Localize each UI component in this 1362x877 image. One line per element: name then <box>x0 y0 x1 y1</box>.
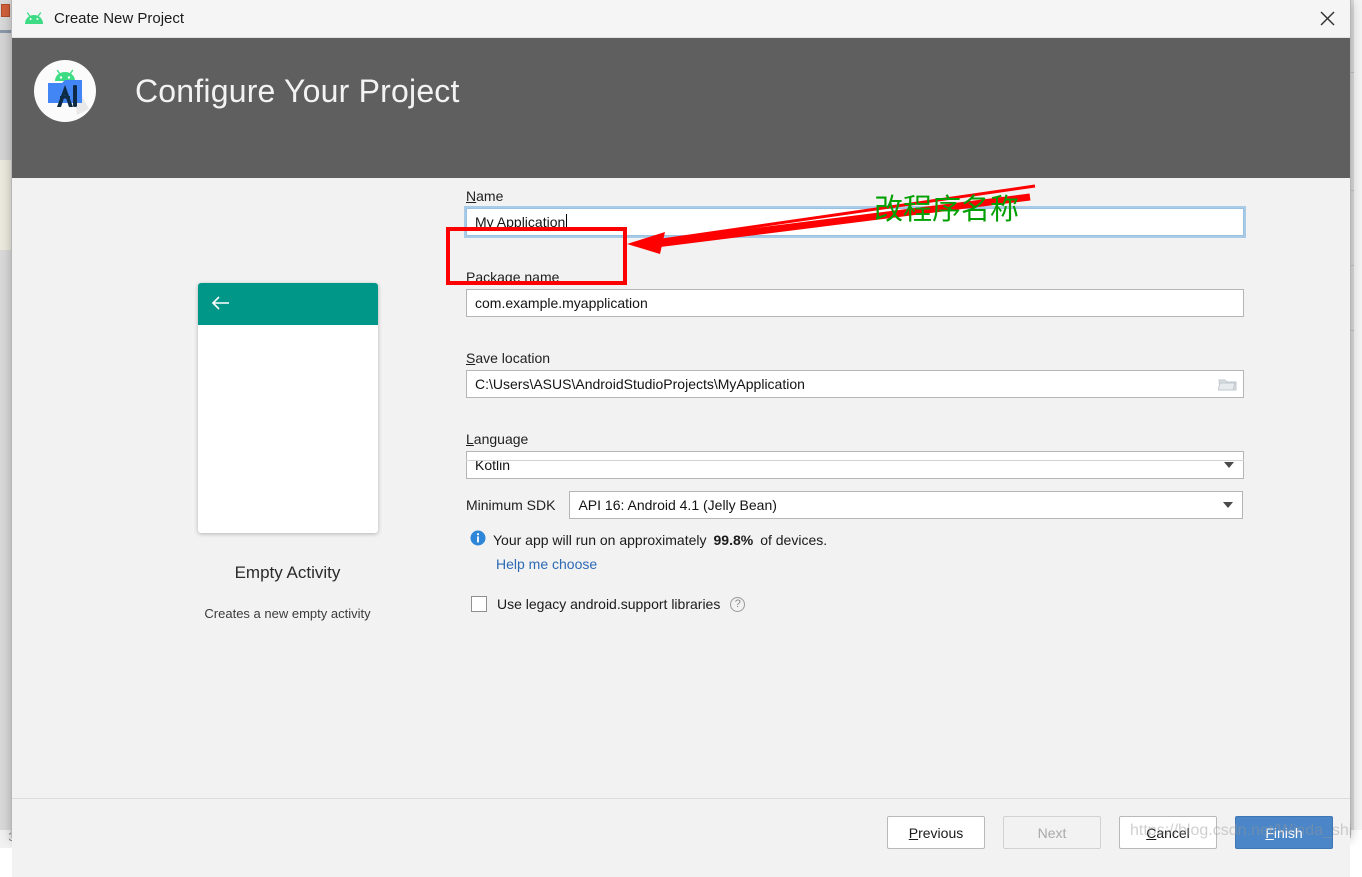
name-input-value: My Application <box>475 214 565 230</box>
device-coverage-info: Your app will run on approximately 99.8%… <box>470 530 827 549</box>
cancel-button[interactable]: Cancel <box>1119 816 1217 849</box>
name-field-group: Name My Application <box>466 188 1244 236</box>
text-caret <box>566 214 567 230</box>
dialog-header: Configure Your Project <box>12 38 1350 178</box>
legacy-libraries-checkbox[interactable] <box>471 596 487 612</box>
coverage-text-suffix: of devices. <box>760 532 827 548</box>
package-input-value: com.example.myapplication <box>475 295 648 311</box>
package-label: Package name <box>466 269 1244 285</box>
close-icon[interactable] <box>1304 0 1350 37</box>
minimum-sdk-selected-value: API 16: Android 4.1 (Jelly Bean) <box>578 497 776 513</box>
template-name: Empty Activity <box>190 563 385 583</box>
dialog-button-row: Previous Next Cancel Finish <box>887 816 1333 849</box>
minimum-sdk-field-group: Minimum SDK API 16: Android 4.1 (Jelly B… <box>466 491 1243 519</box>
template-preview-card <box>198 283 378 533</box>
dialog-body: Empty Activity Creates a new empty activ… <box>12 178 1350 798</box>
question-mark-icon[interactable]: ? <box>730 597 745 612</box>
save-location-field-group: Save location C:\Users\ASUS\AndroidStudi… <box>466 350 1244 398</box>
next-button[interactable]: Next <box>1003 816 1101 849</box>
coverage-text-prefix: Your app will run on approximately <box>493 532 707 548</box>
save-location-input[interactable]: C:\Users\ASUS\AndroidStudioProjects\MyAp… <box>466 370 1244 398</box>
coverage-percent: 99.8% <box>714 532 754 548</box>
chevron-down-icon <box>1224 462 1234 468</box>
name-input[interactable]: My Application <box>466 208 1244 236</box>
create-new-project-dialog: Create New Project Co <box>11 0 1351 838</box>
form-separator <box>466 460 1244 461</box>
dialog-titlebar: Create New Project <box>12 0 1350 38</box>
android-studio-logo-icon <box>33 59 97 123</box>
arrow-left-icon <box>211 295 231 316</box>
finish-button[interactable]: Finish <box>1235 816 1333 849</box>
previous-button[interactable]: Previous <box>887 816 985 849</box>
minimum-sdk-label: Minimum SDK <box>466 497 555 513</box>
legacy-libraries-row: Use legacy android.support libraries ? <box>471 596 745 612</box>
template-preview: Empty Activity Creates a new empty activ… <box>190 283 385 621</box>
save-location-input-value: C:\Users\ASUS\AndroidStudioProjects\MyAp… <box>475 376 805 392</box>
dialog-footer: Previous Next Cancel Finish <box>12 798 1350 877</box>
page-title: Configure Your Project <box>135 73 460 110</box>
package-input[interactable]: com.example.myapplication <box>466 289 1244 317</box>
info-icon <box>470 530 486 549</box>
android-robot-icon <box>23 12 45 25</box>
help-me-choose-link[interactable]: Help me choose <box>496 556 597 572</box>
name-label: Name <box>466 188 1244 204</box>
language-select[interactable]: Kotlin <box>466 451 1244 479</box>
preview-appbar <box>198 283 378 325</box>
minimum-sdk-select[interactable]: API 16: Android 4.1 (Jelly Bean) <box>569 491 1243 519</box>
language-field-group: Language Kotlin <box>466 431 1244 479</box>
legacy-libraries-label: Use legacy android.support libraries <box>497 596 720 612</box>
folder-icon[interactable] <box>1213 373 1241 395</box>
chevron-down-icon <box>1223 502 1233 508</box>
dialog-title: Create New Project <box>54 10 184 27</box>
language-label: Language <box>466 431 1244 447</box>
template-description: Creates a new empty activity <box>190 606 385 621</box>
save-location-label: Save location <box>466 350 1244 366</box>
ide-left-icon <box>1 4 10 17</box>
package-field-group: Package name com.example.myapplication <box>466 269 1244 317</box>
